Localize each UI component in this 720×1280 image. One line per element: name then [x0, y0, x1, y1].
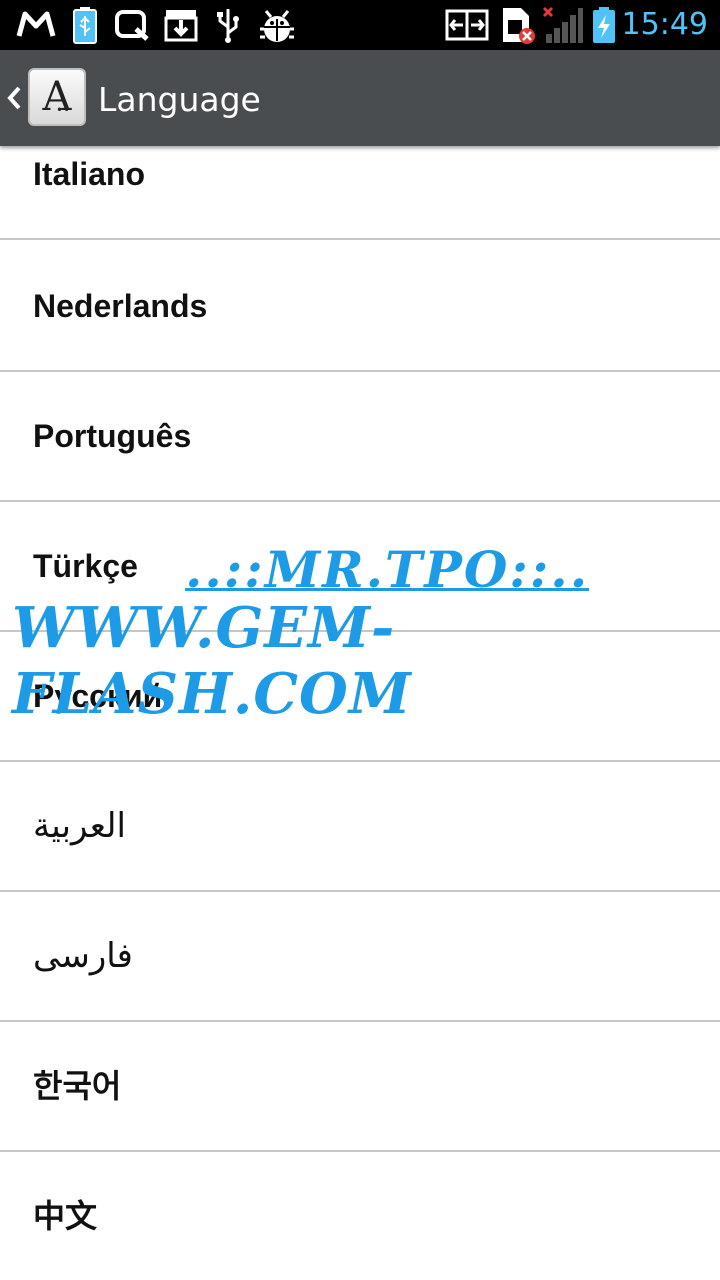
- language-app-icon[interactable]: A ••: [28, 68, 86, 126]
- language-label: Русский: [33, 678, 163, 714]
- language-label: 中文: [33, 1197, 98, 1235]
- app-icon-dots: ••: [56, 103, 71, 117]
- language-item-persian[interactable]: فارسی: [0, 892, 720, 1022]
- signal-icon: [542, 6, 584, 44]
- language-label: Türkçe: [33, 548, 138, 584]
- clock: 15:49: [621, 7, 708, 42]
- language-item-portugues[interactable]: Português: [0, 372, 720, 502]
- status-bar: 15:49: [0, 0, 720, 50]
- language-label: فارسی: [33, 936, 133, 976]
- language-label: العربية: [33, 806, 126, 846]
- language-item-korean[interactable]: 한국어: [0, 1022, 720, 1152]
- language-item-nederlands[interactable]: Nederlands: [0, 242, 720, 372]
- usb-icon: [212, 6, 244, 44]
- language-item-chinese[interactable]: 中文: [0, 1152, 720, 1280]
- language-item-turkce[interactable]: Türkçe: [0, 502, 720, 632]
- sim-error-icon: [500, 6, 536, 44]
- gmail-icon: [14, 6, 58, 44]
- language-item-italiano[interactable]: Italiano: [0, 146, 720, 240]
- back-chevron-icon[interactable]: [4, 80, 24, 116]
- language-item-russian[interactable]: Русский: [0, 632, 720, 762]
- action-bar: A •• Language: [0, 50, 720, 146]
- language-label: Italiano: [33, 156, 146, 192]
- language-item-arabic[interactable]: العربية: [0, 762, 720, 892]
- language-label: 한국어: [33, 1067, 122, 1105]
- usb-battery-icon: [70, 6, 100, 44]
- android-debug-icon: [256, 6, 298, 44]
- language-label: Nederlands: [33, 288, 208, 324]
- language-label: Português: [33, 418, 192, 454]
- screen-share-icon: [444, 6, 490, 44]
- download-icon: [162, 6, 200, 44]
- language-list: Italiano Nederlands Português Türkçe Рус…: [0, 146, 720, 1280]
- page-title: Language: [98, 80, 261, 119]
- q-icon: [112, 6, 152, 44]
- battery-charging-icon: [590, 6, 618, 44]
